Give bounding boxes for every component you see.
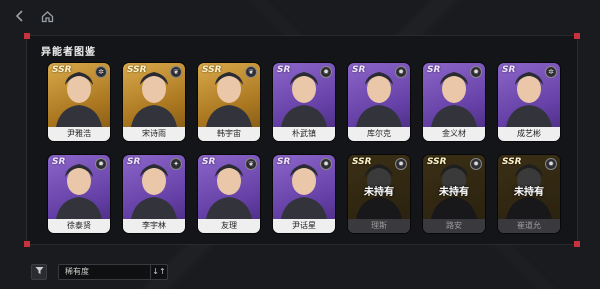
rarity-badge: SSR [202, 65, 222, 75]
gear-icon: ✲ [95, 66, 107, 78]
panel-title: 异能者图鉴 [41, 47, 96, 58]
back-arrow-icon[interactable] [12, 8, 28, 24]
character-name: 友理 [198, 219, 260, 233]
rarity-badge: SR [52, 157, 66, 167]
rarity-badge: SR [277, 65, 291, 75]
character-card[interactable]: SR ✹ 朴武镇 [273, 63, 335, 141]
rarity-badge: SSR [127, 65, 147, 75]
not-owned-label: 未持有 [514, 187, 544, 198]
character-name: 路安 [423, 219, 485, 233]
character-name: 成艺彬 [498, 127, 560, 141]
character-name: 韩宇宙 [198, 127, 260, 141]
character-card[interactable]: SR ✹ 金义材 [423, 63, 485, 141]
character-name: 金义材 [423, 127, 485, 141]
rarity-badge: SSR [352, 157, 372, 167]
character-card[interactable]: SSR ✲ 尹雅浩 [48, 63, 110, 141]
character-name: 徐泰贤 [48, 219, 110, 233]
fire-icon: ✹ [95, 158, 107, 170]
character-card[interactable]: SR ✦ 李宇林 [123, 155, 185, 233]
rarity-badge: SR [427, 65, 441, 75]
rarity-badge: SR [277, 157, 291, 167]
character-grid: SSR ✲ 尹雅浩 SSR ❦ 宋诗雨 SSR ❦ 韩宇宙 SR ✹ 朴武镇 SR ✹ 库尔克 SR ✹ 金义材 S… [48, 63, 564, 238]
gear-icon: ✲ [545, 66, 557, 78]
character-name: 理斯 [348, 219, 410, 233]
rarity-badge: SSR [52, 65, 72, 75]
character-name: 宋诗雨 [123, 127, 185, 141]
filter-icon [35, 266, 44, 278]
corner-accent [24, 33, 30, 39]
sort-order-icon[interactable]: ↓↑ [150, 265, 167, 279]
fire-icon: ✹ [395, 66, 407, 78]
leaf-icon: ❦ [245, 158, 257, 170]
corner-accent [574, 241, 580, 247]
fire-icon: ✹ [470, 158, 482, 170]
character-card[interactable]: SR ✹ 尹话星 [273, 155, 335, 233]
character-card[interactable]: SSR ❦ 韩宇宙 [198, 63, 260, 141]
collection-panel: 异能者图鉴 SSR ✲ 尹雅浩 SSR ❦ 宋诗雨 SSR ❦ 韩宇宙 SR ✹ 朴武镇 SR ✹ 库尔克 S… [24, 33, 580, 247]
character-card[interactable]: SR ✹ 库尔克 [348, 63, 410, 141]
character-card[interactable]: 未持有 SSR ✹ 路安 [423, 155, 485, 233]
character-name: 尹雅浩 [48, 127, 110, 141]
character-card[interactable]: 未持有 SSR ✹ 崔道允 [498, 155, 560, 233]
character-card[interactable]: SR ❦ 友理 [198, 155, 260, 233]
filter-button[interactable] [31, 264, 47, 280]
rarity-badge: SR [502, 65, 516, 75]
leaf-icon: ❦ [245, 66, 257, 78]
fire-icon: ✹ [320, 158, 332, 170]
character-card[interactable]: SR ✲ 成艺彬 [498, 63, 560, 141]
character-name: 李宇林 [123, 219, 185, 233]
home-icon[interactable] [39, 8, 55, 24]
sort-label: 稀有度 [65, 267, 89, 276]
character-card[interactable]: SR ✹ 徐泰贤 [48, 155, 110, 233]
rarity-badge: SSR [427, 157, 447, 167]
fire-icon: ✹ [545, 158, 557, 170]
corner-accent [24, 241, 30, 247]
not-owned-label: 未持有 [364, 187, 394, 198]
character-name: 朴武镇 [273, 127, 335, 141]
star-icon: ✦ [170, 158, 182, 170]
character-card[interactable]: SSR ❦ 宋诗雨 [123, 63, 185, 141]
fire-icon: ✹ [320, 66, 332, 78]
not-owned-label: 未持有 [439, 187, 469, 198]
corner-accent [574, 33, 580, 39]
character-name: 崔道允 [498, 219, 560, 233]
character-card[interactable]: 未持有 SSR ✹ 理斯 [348, 155, 410, 233]
fire-icon: ✹ [395, 158, 407, 170]
character-name: 库尔克 [348, 127, 410, 141]
top-bar [0, 0, 600, 30]
fire-icon: ✹ [470, 66, 482, 78]
sort-dropdown[interactable]: 稀有度 ↓↑ [58, 264, 168, 280]
rarity-badge: SSR [502, 157, 522, 167]
character-name: 尹话星 [273, 219, 335, 233]
leaf-icon: ❦ [170, 66, 182, 78]
rarity-badge: SR [127, 157, 141, 167]
rarity-badge: SR [202, 157, 216, 167]
rarity-badge: SR [352, 65, 366, 75]
